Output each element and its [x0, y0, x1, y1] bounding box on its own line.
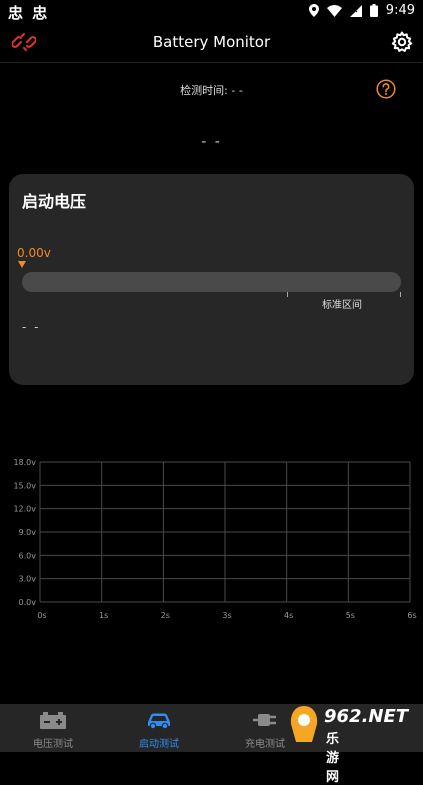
watermark-subtext: 乐游网	[326, 732, 340, 785]
battery-status-icon	[369, 4, 378, 17]
watermark-logo-icon	[290, 706, 318, 742]
voltage-gauge-bar	[22, 272, 401, 292]
tab-label: 电压测试	[33, 739, 73, 750]
notification-icons: 忠 忠	[8, 4, 50, 22]
y-tick-label: 0.0v	[19, 598, 37, 607]
help-icon[interactable]	[376, 79, 396, 99]
wifi-icon	[326, 4, 342, 17]
y-tick-label: 9.0v	[19, 528, 37, 537]
detect-time-label: 检测时间: - -	[180, 84, 243, 97]
x-tick-label: 0s	[37, 611, 46, 620]
range-tick-start	[287, 292, 288, 297]
standard-range-label: 标准区间	[322, 300, 362, 311]
status-bar: 忠 忠 9:49	[0, 0, 423, 24]
system-status: 9:49	[308, 3, 415, 18]
car-icon	[148, 713, 170, 730]
x-tick-label: 2s	[161, 611, 170, 620]
signal-icon	[349, 4, 362, 17]
x-tick-label: 4s	[284, 611, 293, 620]
battery-icon	[40, 712, 66, 729]
y-tick-label: 6.0v	[19, 551, 37, 560]
card-title: 启动电压	[22, 192, 87, 211]
pointer-triangle-icon	[18, 261, 26, 268]
tab-label: 启动测试	[139, 739, 179, 750]
y-tick-label: 15.0v	[13, 481, 36, 490]
x-tick-label: 6s	[407, 611, 416, 620]
card-voltage-value: - -	[22, 320, 41, 334]
main-voltage-value: - -	[201, 134, 222, 150]
y-tick-label: 12.0v	[13, 505, 36, 514]
app-bar: Battery Monitor	[0, 24, 423, 63]
y-tick-label: 3.0v	[19, 575, 37, 584]
gear-icon[interactable]	[391, 31, 413, 53]
plug-icon	[253, 714, 276, 726]
tab-start-test[interactable]: 启动测试	[106, 704, 212, 752]
voltage-chart: 0.0v 3.0v 6.0v 9.0v 12.0v 15.0v 18.0v 0s 1s 2s 3s 4…	[13, 458, 416, 620]
pointer-value: 0.00v	[17, 246, 51, 260]
start-voltage-card: 启动电压 0.00v 标准区间 - -	[9, 174, 414, 385]
clock: 9:49	[385, 3, 415, 18]
range-tick-end	[400, 292, 401, 297]
x-tick-label: 1s	[99, 611, 108, 620]
watermark-text: 962.NET	[324, 706, 409, 727]
app-title: Battery Monitor	[152, 33, 271, 51]
site-watermark: 962.NET 乐游网	[286, 702, 408, 785]
x-tick-label: 5s	[346, 611, 355, 620]
tab-voltage-test[interactable]: 电压测试	[0, 704, 106, 752]
y-tick-label: 18.0v	[13, 458, 36, 467]
x-tick-label: 3s	[222, 611, 231, 620]
location-icon	[308, 4, 319, 17]
